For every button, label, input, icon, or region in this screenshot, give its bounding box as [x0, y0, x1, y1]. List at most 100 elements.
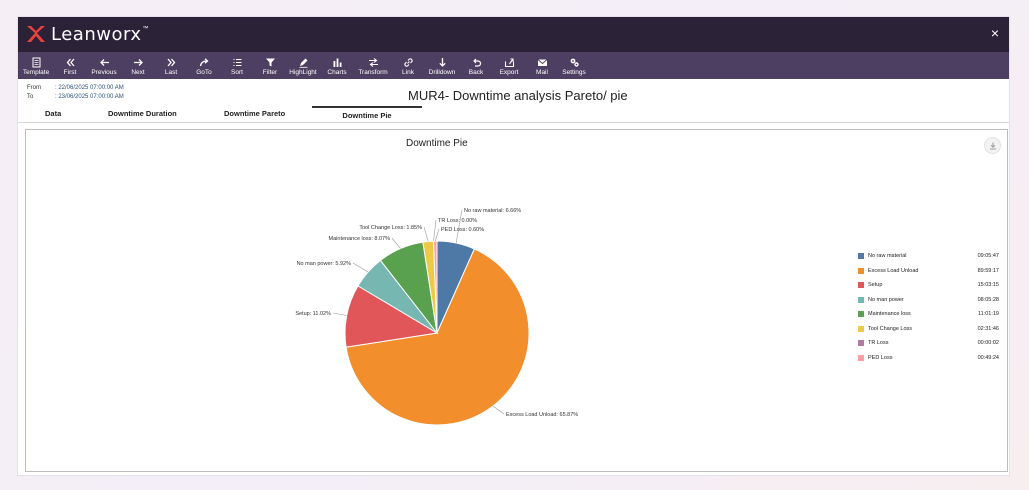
legend-item[interactable]: Setup 15:03:15 — [858, 278, 1008, 293]
to-label: To — [27, 94, 34, 100]
link-button[interactable]: Link — [392, 52, 424, 79]
legend-duration: 89:59:17 — [977, 267, 999, 274]
drilldown-button[interactable]: Drilldown — [424, 52, 460, 79]
pie-slice-label: No raw material: 6.66% — [464, 208, 521, 214]
previous-icon — [99, 59, 109, 66]
legend-duration: 09:05:47 — [977, 253, 999, 260]
settings-icon — [570, 58, 579, 67]
toolbar-button-label: Sort — [231, 69, 243, 76]
highlight-button[interactable]: HighLight — [286, 52, 320, 79]
legend-swatch — [858, 325, 864, 332]
legend-item[interactable]: No raw material 09:05:47 — [858, 249, 1008, 264]
to-value: : 23/06/2025 07:00:00 AM — [55, 94, 124, 100]
from-value: : 22/06/2025 07:00:00 AM — [55, 85, 124, 91]
toolbar-button-label: GoTo — [196, 69, 212, 76]
leanworx-logo-icon — [27, 26, 45, 42]
tab-downtime-duration[interactable]: Downtime Duration — [108, 108, 177, 122]
chart-panel: Downtime Pie No raw material: 6.66% Exces… — [25, 129, 1008, 472]
toolbar-button-label: Next — [131, 69, 145, 76]
legend-label: Setup — [868, 282, 883, 289]
legend-item[interactable]: Excess Load Unload 89:59:17 — [858, 264, 1008, 279]
from-label: From — [27, 85, 41, 91]
toolbar-button-label: Template — [22, 69, 50, 76]
toolbar-button-label: Mail — [536, 69, 548, 76]
close-button[interactable]: × — [987, 25, 1003, 41]
toolbar-button-label: HighLight — [289, 69, 317, 76]
pie-label-leader — [391, 237, 401, 249]
toolbar-button-label: Drilldown — [428, 69, 456, 76]
link-icon — [403, 58, 413, 67]
export-button[interactable]: Export — [492, 52, 526, 79]
toolbar: Template First Previous Next Last GoTo Sort Fil… — [18, 52, 1009, 79]
goto-icon — [199, 58, 208, 67]
filter-button[interactable]: Filter — [254, 52, 286, 79]
transform-button[interactable]: Transform — [354, 52, 392, 79]
charts-icon — [333, 58, 341, 67]
toolbar-button-label: Last — [164, 69, 178, 76]
toolbar-button-label: First — [63, 69, 77, 76]
legend-swatch — [858, 354, 864, 361]
sort-button[interactable]: Sort — [220, 52, 254, 79]
brand-name: Leanworx — [51, 23, 142, 45]
tab-downtime-pie[interactable]: Downtime Pie — [312, 106, 422, 124]
title-bar: Leanworx ™ × — [18, 17, 1009, 52]
mail-button[interactable]: Mail — [526, 52, 558, 79]
legend-swatch — [858, 340, 864, 347]
chart-legend: No raw material 09:05:47 Excess Load Unloa… — [858, 249, 1008, 365]
last-icon — [167, 58, 175, 67]
toolbar-button-label: Settings — [562, 69, 586, 76]
to-row: To : 23/06/2025 07:00:00 AM — [27, 94, 124, 100]
pie-slice-label: Excess Load Unload: 65.87% — [506, 412, 578, 418]
legend-duration: 02:31:46 — [977, 325, 999, 332]
toolbar-button-label: Charts — [327, 69, 347, 76]
toolbar-button-label: Previous — [91, 69, 117, 76]
pie-slice-label: Maintenance loss: 8.07% — [329, 236, 391, 242]
legend-swatch — [858, 253, 864, 260]
tab-data[interactable]: Data — [45, 108, 61, 122]
tab-downtime-pareto[interactable]: Downtime Pareto — [224, 108, 285, 122]
report-title: MUR4- Downtime analysis Pareto/ pie — [408, 88, 628, 103]
leanworx-logo: Leanworx ™ — [26, 23, 149, 45]
legend-label: Maintenance loss — [868, 311, 911, 318]
last-button[interactable]: Last — [154, 52, 188, 79]
charts-button[interactable]: Charts — [320, 52, 354, 79]
legend-item[interactable]: Maintenance loss 11:01:19 — [858, 307, 1008, 322]
report-header: From : 22/06/2025 07:00:00 AM To : 23/06/2… — [18, 79, 1009, 109]
mail-icon — [537, 59, 547, 66]
first-button[interactable]: First — [54, 52, 86, 79]
legend-duration: 15:03:15 — [977, 282, 999, 289]
legend-item[interactable]: TR Loss 00:00:02 — [858, 336, 1008, 351]
legend-duration: 00:00:02 — [977, 340, 999, 347]
legend-label: Excess Load Unload — [868, 267, 919, 274]
legend-duration: 11:01:19 — [977, 311, 999, 318]
template-icon — [32, 57, 40, 68]
filter-icon — [265, 58, 275, 67]
legend-swatch — [858, 282, 864, 289]
legend-label: No man power — [868, 296, 904, 303]
legend-label: Tool Change Loss — [868, 325, 913, 332]
pie-label-leader — [434, 228, 440, 242]
export-icon — [504, 58, 514, 68]
legend-item[interactable]: Tool Change Loss 02:31:46 — [858, 322, 1008, 337]
pie-slice-label: PED Loss: 0.60% — [441, 227, 484, 233]
toolbar-button-label: Link — [402, 69, 414, 76]
legend-duration: 08:05:28 — [977, 296, 999, 303]
pie-label-leader — [423, 226, 429, 242]
toolbar-button-label: Export — [499, 69, 519, 76]
highlight-icon — [299, 58, 307, 68]
next-icon — [133, 59, 143, 66]
legend-label: TR Loss — [868, 340, 889, 347]
pie-label-leader — [352, 262, 369, 273]
settings-button[interactable]: Settings — [558, 52, 590, 79]
goto-button[interactable]: GoTo — [188, 52, 220, 79]
legend-item[interactable]: PED Loss 00:49:24 — [858, 351, 1008, 366]
brand-trademark: ™ — [142, 26, 149, 32]
next-button[interactable]: Next — [122, 52, 154, 79]
previous-button[interactable]: Previous — [86, 52, 122, 79]
pie-slice-label: TR Loss: 0.00% — [438, 218, 477, 224]
back-button[interactable]: Back — [460, 52, 492, 79]
legend-item[interactable]: No man power 08:05:28 — [858, 293, 1008, 308]
template-button[interactable]: Template — [18, 52, 54, 79]
pie-slice-label: Setup: 11.02% — [295, 311, 331, 317]
first-icon — [66, 58, 74, 67]
